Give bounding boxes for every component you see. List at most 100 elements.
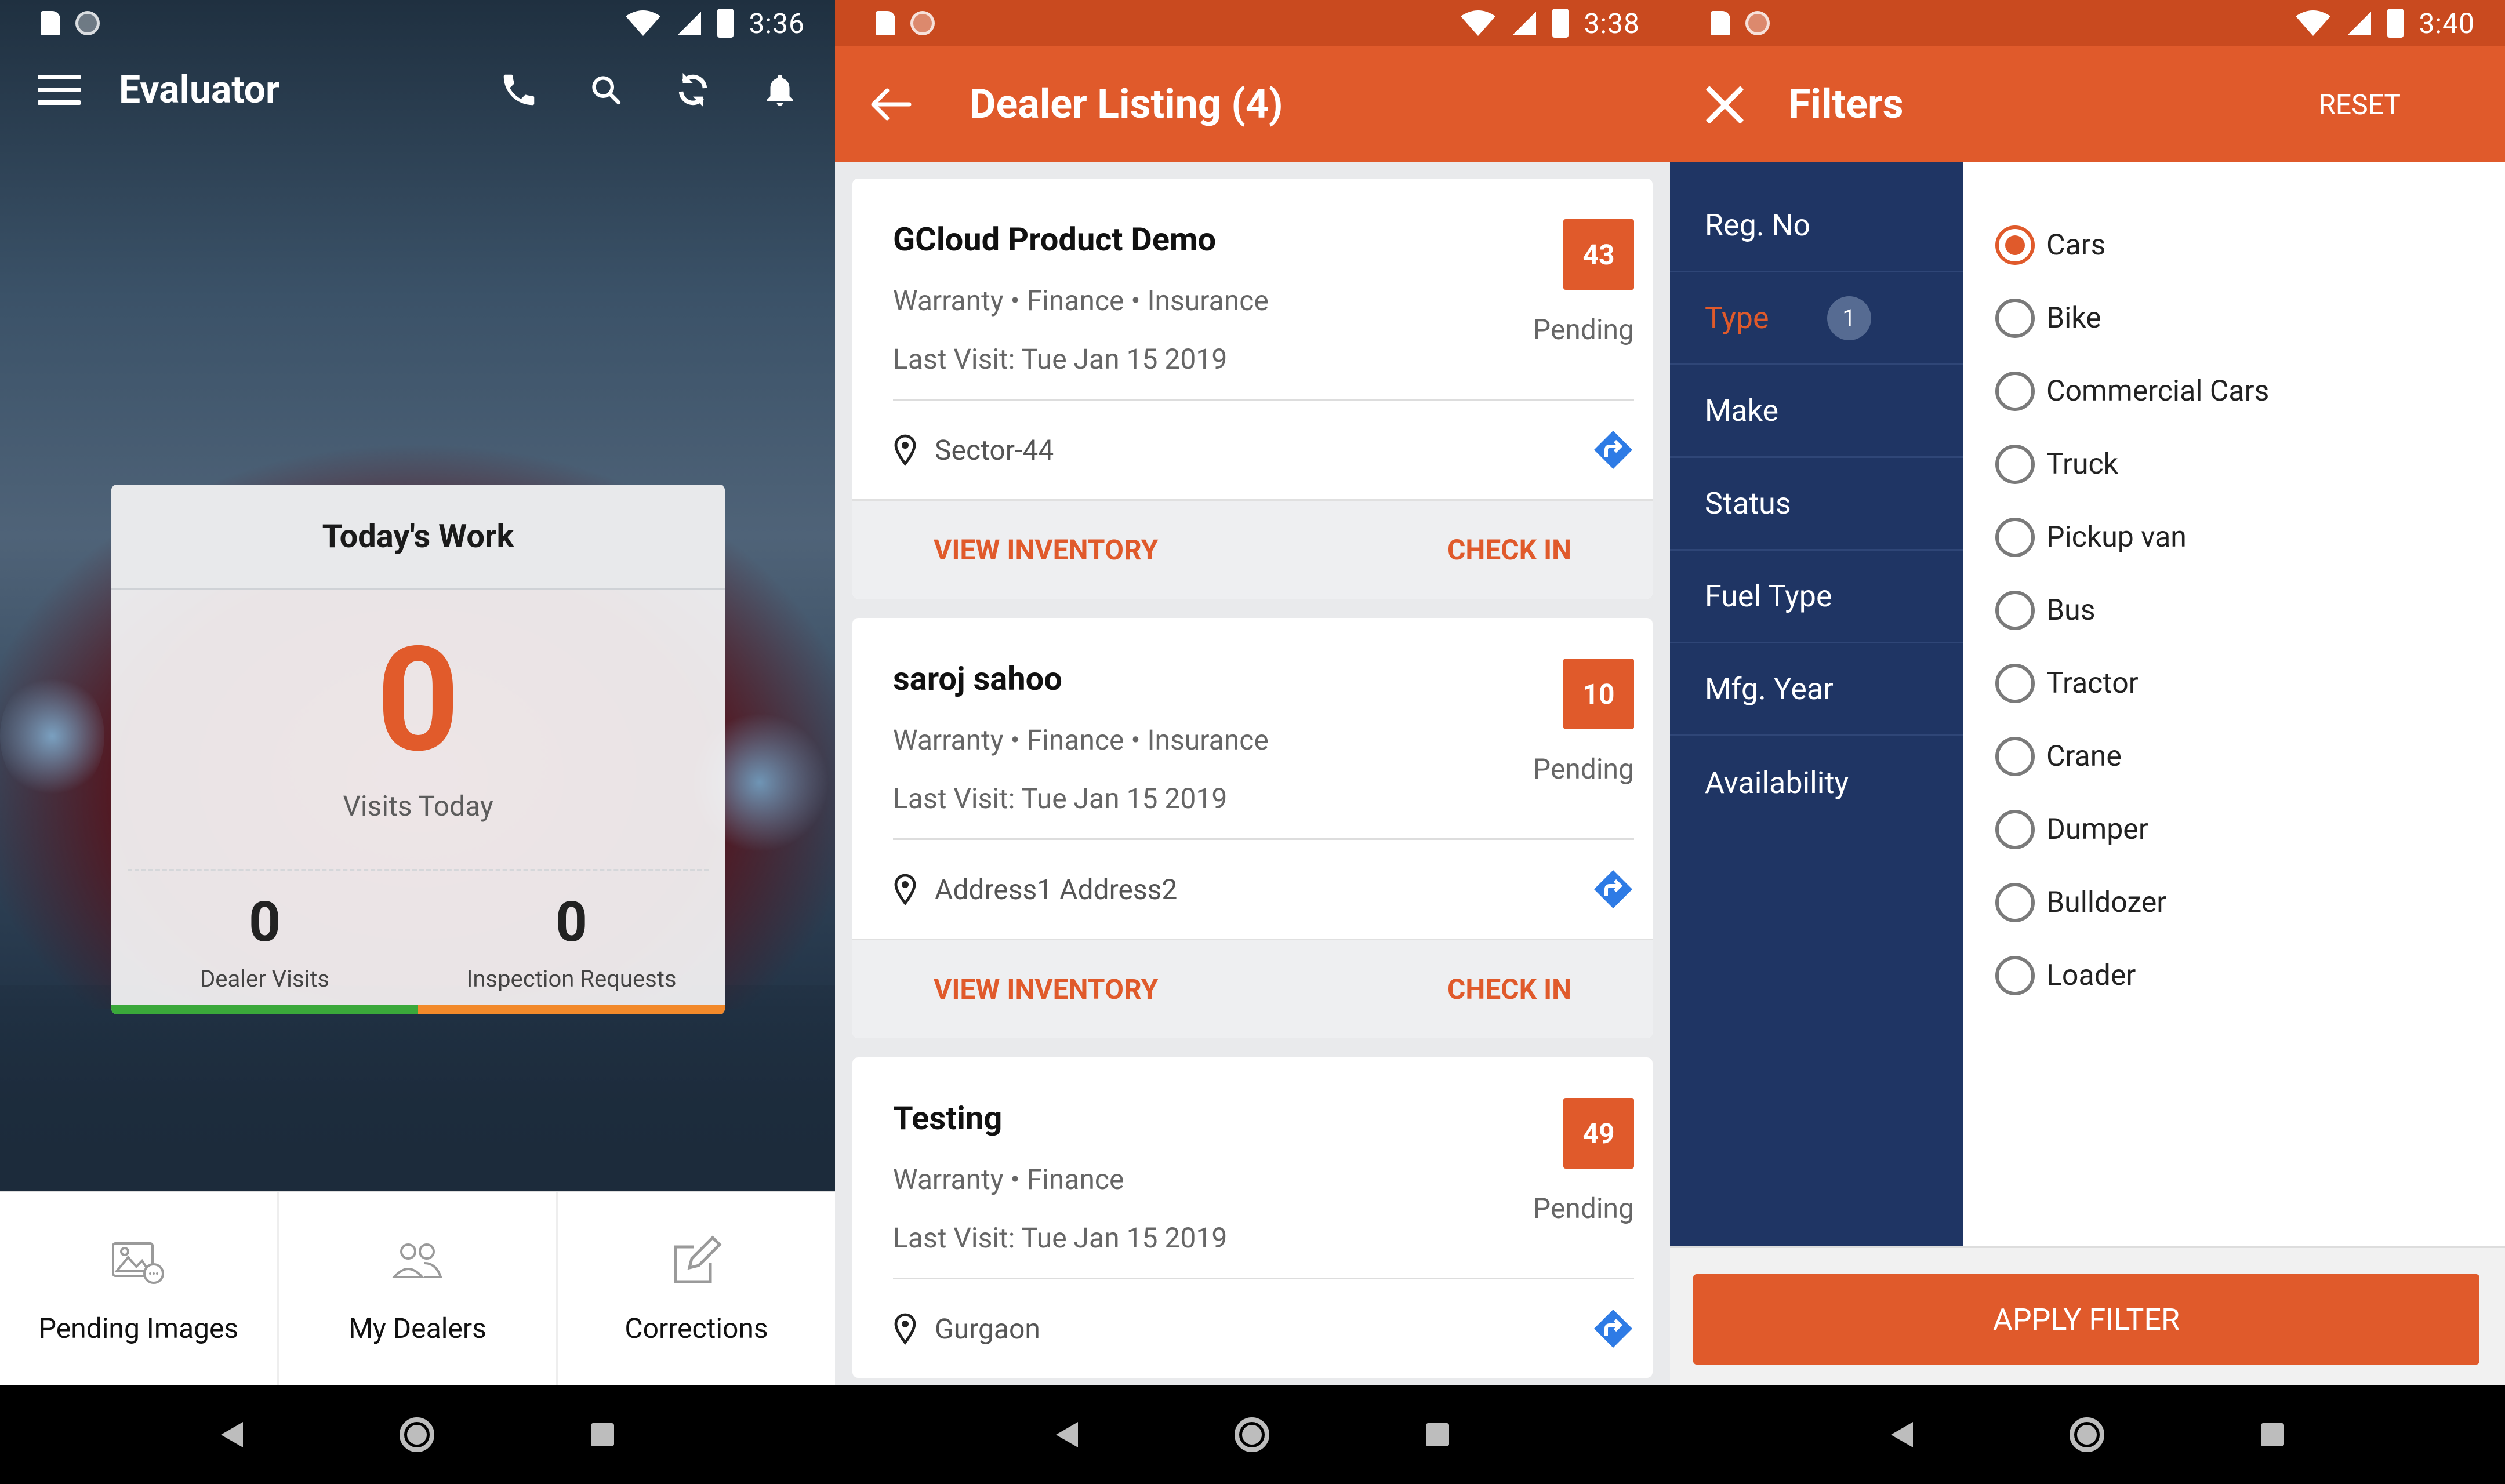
radio-checked-icon[interactable] [1995,225,2035,265]
view-inventory-button[interactable]: VIEW INVENTORY [934,973,1158,1006]
option-crane[interactable]: Crane [1963,720,2505,793]
battery-icon [1552,9,1569,38]
category-label: Reg. No [1705,208,1811,243]
option-label: Commercial Cars [2046,374,2270,408]
filter-category-make[interactable]: Make [1670,365,1963,458]
system-nav-bar [835,1385,1670,1484]
inspection-requests-count: 0 [555,890,588,955]
dealer-visits-stat[interactable]: 0 Dealer Visits [111,894,418,992]
view-inventory-button[interactable]: VIEW INVENTORY [934,533,1158,566]
filter-category-type[interactable]: Type 1 [1670,272,1963,365]
filter-category-status[interactable]: Status [1670,458,1963,551]
nav-home-icon[interactable] [1235,1417,1269,1452]
refresh-icon[interactable] [673,70,713,110]
radio-unchecked-icon[interactable] [1995,664,2035,703]
nav-back-icon[interactable] [1056,1422,1078,1447]
radio-unchecked-icon[interactable] [1995,518,2035,557]
inspection-requests-stat[interactable]: 0 Inspection Requests [418,894,725,992]
sd-card-icon [876,11,895,35]
close-icon[interactable] [1705,84,1745,125]
option-dumper[interactable]: Dumper [1963,793,2505,866]
notification-bell-icon[interactable] [760,70,800,110]
status-bar: 3:38 [835,0,1670,46]
radio-unchecked-icon[interactable] [1995,591,2035,630]
directions-icon[interactable] [1592,1308,1634,1350]
status-time: 3:38 [1584,6,1640,40]
radio-unchecked-icon[interactable] [1995,299,2035,338]
card-title: Today's Work [111,485,725,590]
search-icon[interactable] [586,70,626,110]
radio-unchecked-icon[interactable] [1995,737,2035,776]
check-in-button[interactable]: CHECK IN [1447,533,1571,566]
people-icon [390,1233,445,1289]
dealer-address: Sector-44 [935,433,1054,467]
image-icon [111,1233,166,1289]
option-label: Bike [2046,301,2101,335]
nav-back-icon[interactable] [221,1422,243,1447]
option-label: Bulldozer [2046,886,2167,919]
radio-unchecked-icon[interactable] [1995,956,2035,995]
radio-unchecked-icon[interactable] [1995,883,2035,922]
battery-icon [717,9,734,38]
option-label: Bus [2046,594,2096,627]
app-title: Evaluator [119,67,280,112]
nav-recents-icon[interactable] [591,1423,614,1446]
menu-icon[interactable] [38,75,81,105]
nav-back-icon[interactable] [1891,1422,1913,1447]
radio-unchecked-icon[interactable] [1995,445,2035,484]
dealer-services: Warranty • Finance • Insurance [893,284,1269,317]
tab-pending-images[interactable]: Pending Images [0,1192,279,1385]
option-bulldozer[interactable]: Bulldozer [1963,866,2505,939]
dealer-visits-label: Dealer Visits [200,965,329,992]
dealer-card[interactable]: GCloud Product Demo Warranty • Finance •… [852,179,1653,599]
category-label: Mfg. Year [1705,671,1834,707]
option-cars[interactable]: Cars [1963,209,2505,282]
option-loader[interactable]: Loader [1963,939,2505,1012]
page-title: Filters [1788,81,1904,128]
filter-footer: APPLY FILTER [1670,1246,2505,1385]
apply-filter-button[interactable]: APPLY FILTER [1693,1274,2479,1365]
filter-category-mfg-year[interactable]: Mfg. Year [1670,643,1963,736]
option-truck[interactable]: Truck [1963,428,2505,501]
tab-corrections[interactable]: Corrections [558,1192,835,1385]
location-pin-icon [894,1313,916,1345]
pending-label: Pending [1533,1192,1634,1225]
status-bar: 3:40 [1670,0,2505,46]
filter-category-fuel-type[interactable]: Fuel Type [1670,551,1963,643]
phone-icon[interactable] [499,70,539,110]
last-visit: Last Visit: Tue Jan 15 2019 [893,1221,1228,1254]
signal-icon [2348,12,2372,35]
tab-my-dealers[interactable]: My Dealers [279,1192,558,1385]
option-bus[interactable]: Bus [1963,574,2505,647]
option-commercial-cars[interactable]: Commercial Cars [1963,355,2505,428]
dealer-services: Warranty • Finance [893,1163,1124,1196]
nav-recents-icon[interactable] [1426,1423,1449,1446]
status-bar: 3:36 [0,0,835,46]
tab-label: Corrections [625,1312,768,1345]
nav-recents-icon[interactable] [2261,1423,2284,1446]
filter-category-reg-no[interactable]: Reg. No [1670,180,1963,272]
option-pickup-van[interactable]: Pickup van [1963,501,2505,574]
option-bike[interactable]: Bike [1963,282,2505,355]
radio-unchecked-icon[interactable] [1995,810,2035,849]
nav-home-icon[interactable] [400,1417,434,1452]
check-in-button[interactable]: CHECK IN [1447,973,1571,1006]
todays-work-card: Today's Work 0 Visits Today 0 Dealer Vis… [111,485,725,1014]
back-arrow-icon[interactable] [870,87,912,122]
filter-category-availability[interactable]: Availability [1670,736,1963,829]
category-label: Status [1705,486,1791,521]
dealer-card[interactable]: Testing Warranty • Finance Last Visit: T… [852,1057,1653,1378]
option-tractor[interactable]: Tractor [1963,647,2505,720]
reset-button[interactable]: RESET [2318,88,2401,121]
visits-today-label: Visits Today [343,790,493,823]
directions-icon[interactable] [1592,868,1634,910]
directions-icon[interactable] [1592,429,1634,471]
dealer-visits-count: 0 [248,890,281,955]
nav-home-icon[interactable] [2070,1417,2104,1452]
dealer-name: GCloud Product Demo [893,220,1217,259]
bottom-tabs: Pending Images My Dealers Corrections [0,1191,835,1385]
dealer-name: Testing [893,1099,1003,1137]
dealer-card[interactable]: saroj sahoo Warranty • Finance • Insuran… [852,618,1653,1038]
sd-card-icon [1711,11,1730,35]
radio-unchecked-icon[interactable] [1995,372,2035,411]
